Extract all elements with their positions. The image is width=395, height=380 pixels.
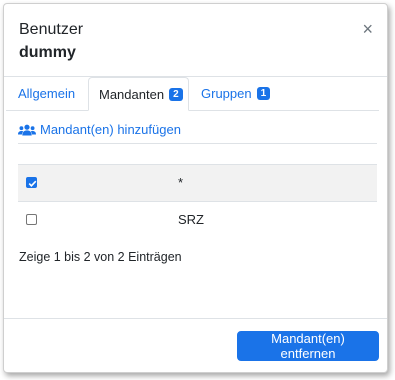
row-checkbox[interactable] [26,214,37,225]
section-divider [18,143,377,144]
table-row[interactable]: SRZ [18,201,377,238]
username-heading: dummy [19,44,76,61]
table-info: Zeige 1 bis 2 von 2 Einträgen [19,250,182,264]
users-icon [18,124,36,135]
user-modal: Benutzer dummy × Allgemein Mandanten 2 G… [3,3,388,373]
table-row[interactable]: * [18,164,377,201]
tab-label: Gruppen [201,85,252,101]
mandant-name: * [178,175,184,190]
tab-gruppen[interactable]: Gruppen 1 [201,77,271,109]
tab-allgemein[interactable]: Allgemein [18,77,75,109]
footer-divider [4,318,387,319]
tab-label: Mandanten [99,86,165,102]
mandant-name: SRZ [178,212,204,227]
modal-title: Benutzer [19,21,84,38]
checkmark-icon [28,180,37,187]
remove-mandant-button[interactable]: Mandant(en) entfernen [237,331,379,361]
add-mandant-link[interactable]: Mandant(en) hinzufügen [18,122,181,137]
tab-count-badge: 2 [169,87,183,101]
tab-count-badge: 1 [256,86,271,100]
close-icon[interactable]: × [362,20,373,38]
tab-mandanten[interactable]: Mandanten 2 [88,77,189,111]
tab-bar: Allgemein Mandanten 2 Gruppen 1 [6,77,379,111]
tab-label: Allgemein [18,85,76,101]
add-mandant-label: Mandant(en) hinzufügen [40,122,181,137]
row-checkbox[interactable] [26,177,37,188]
